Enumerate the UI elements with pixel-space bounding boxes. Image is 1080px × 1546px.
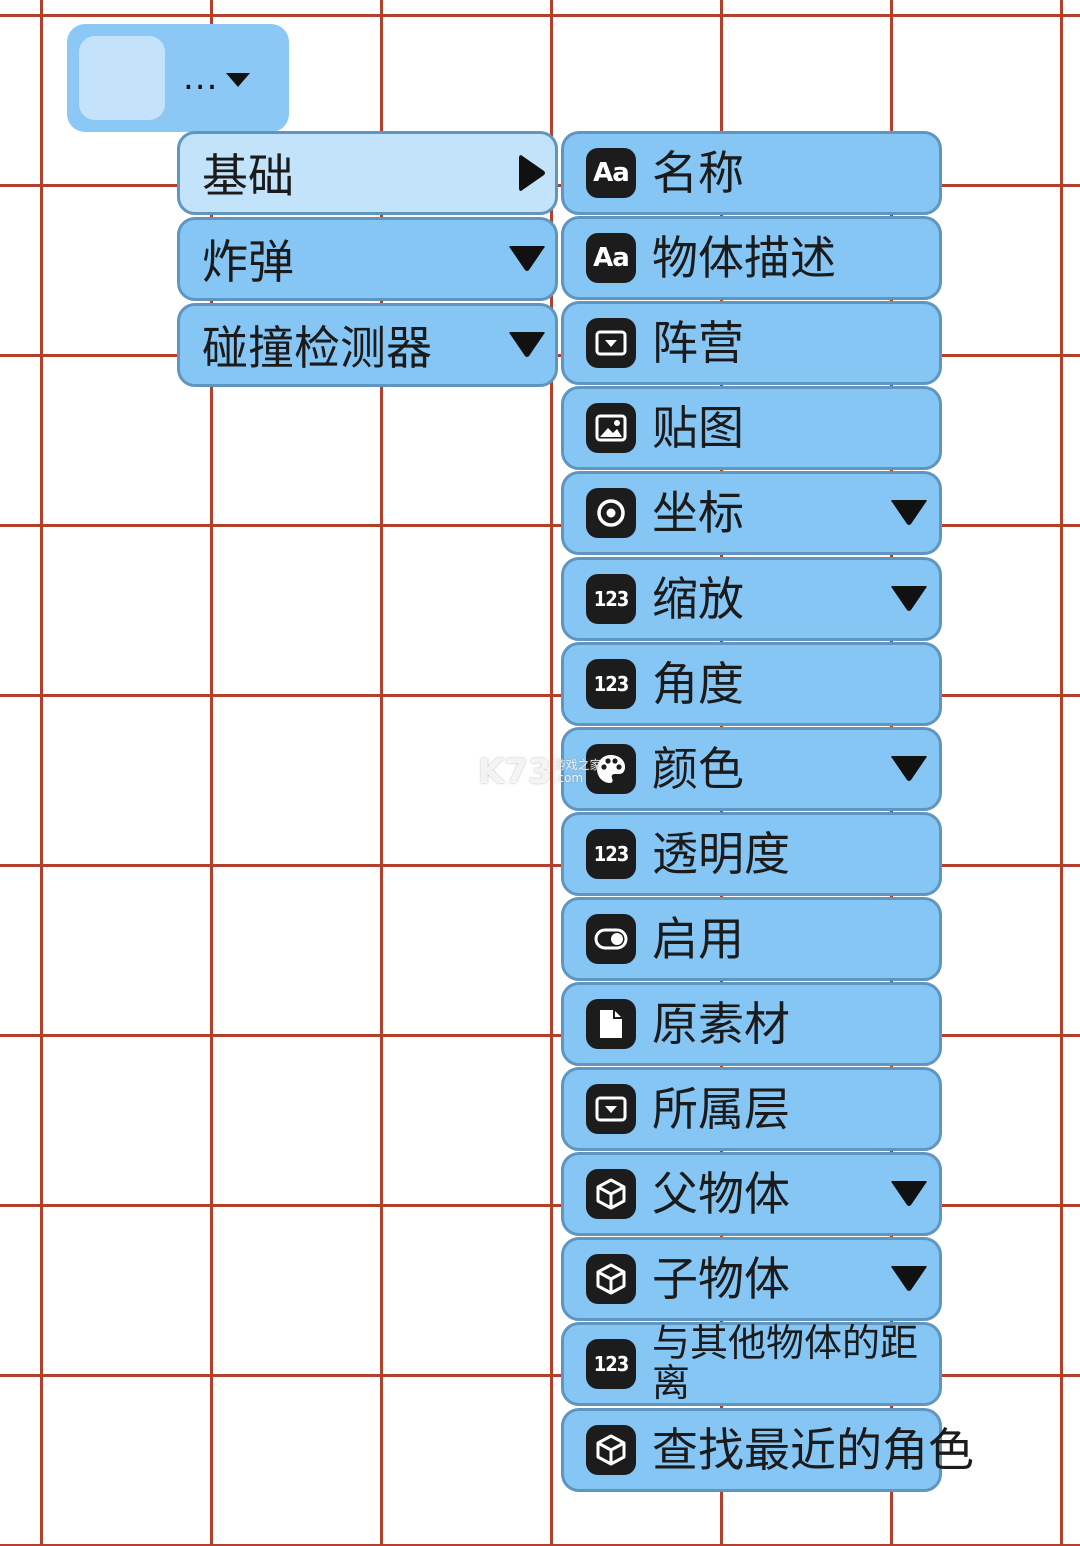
chevron-down-icon bbox=[509, 246, 545, 271]
property-label: 父物体 bbox=[652, 1166, 790, 1221]
icon-glyph: 123 bbox=[593, 587, 630, 611]
number-icon: 123 bbox=[586, 659, 636, 709]
chevron-down-icon bbox=[891, 1181, 927, 1206]
property-label: 子物体 bbox=[652, 1251, 790, 1306]
image-icon bbox=[586, 403, 636, 453]
property-label: 查找最近的角色 bbox=[652, 1422, 974, 1477]
property-item[interactable]: Aa 名称 bbox=[561, 131, 942, 215]
property-label: 坐标 bbox=[652, 485, 744, 540]
chevron-down-icon bbox=[891, 586, 927, 611]
property-label: 原素材 bbox=[652, 996, 790, 1051]
property-label: 透明度 bbox=[652, 826, 790, 881]
number-icon: 123 bbox=[586, 1339, 636, 1389]
chevron-down-icon bbox=[891, 500, 927, 525]
property-item[interactable]: 所属层 bbox=[561, 1067, 942, 1151]
property-item[interactable]: 坐标 bbox=[561, 471, 942, 555]
icon-glyph: Aa bbox=[593, 243, 630, 273]
number-icon: 123 bbox=[586, 829, 636, 879]
category-label: 基础 bbox=[202, 149, 294, 203]
dropdown-box-icon bbox=[586, 318, 636, 368]
text-icon: Aa bbox=[586, 148, 636, 198]
property-label: 所属层 bbox=[652, 1081, 790, 1136]
cube-icon bbox=[586, 1425, 636, 1475]
property-item[interactable]: 父物体 bbox=[561, 1152, 942, 1236]
property-item[interactable]: 原素材 bbox=[561, 982, 942, 1066]
property-item[interactable]: 123 与其他物体的距离 bbox=[561, 1322, 942, 1406]
property-item[interactable]: 123 角度 bbox=[561, 642, 942, 726]
property-label: 阵营 bbox=[652, 315, 744, 370]
property-item[interactable]: 贴图 bbox=[561, 386, 942, 470]
target-icon bbox=[586, 488, 636, 538]
cube-icon bbox=[586, 1254, 636, 1304]
chevron-down-icon bbox=[509, 332, 545, 357]
watermark-logo: K73 bbox=[478, 752, 552, 792]
watermark: K73 游戏之家 .com bbox=[478, 752, 602, 792]
toggle-icon bbox=[586, 914, 636, 964]
category-item[interactable]: 基础 bbox=[177, 131, 558, 215]
cube-icon bbox=[586, 1169, 636, 1219]
icon-glyph: 123 bbox=[593, 672, 630, 696]
property-label: 贴图 bbox=[652, 400, 744, 455]
property-item[interactable]: 颜色 bbox=[561, 727, 942, 811]
property-item[interactable]: 子物体 bbox=[561, 1237, 942, 1321]
object-thumbnail bbox=[79, 36, 165, 120]
icon-glyph: Aa bbox=[593, 158, 630, 188]
property-label: 名称 bbox=[652, 145, 744, 200]
category-item[interactable]: 炸弹 bbox=[177, 217, 558, 301]
category-label: 炸弹 bbox=[202, 235, 294, 289]
property-item[interactable]: 查找最近的角色 bbox=[561, 1408, 974, 1492]
icon-glyph: 123 bbox=[593, 842, 630, 866]
chevron-down-icon bbox=[891, 756, 927, 781]
property-label: 缩放 bbox=[652, 571, 744, 626]
property-label: 颜色 bbox=[652, 741, 744, 796]
property-item[interactable]: 123 缩放 bbox=[561, 557, 942, 641]
property-item[interactable]: Aa 物体描述 bbox=[561, 216, 942, 300]
property-item[interactable]: 阵营 bbox=[561, 301, 942, 385]
property-label: 物体描述 bbox=[652, 230, 836, 285]
chevron-right-icon bbox=[519, 155, 545, 191]
category-label: 碰撞检测器 bbox=[202, 321, 432, 375]
file-icon bbox=[586, 999, 636, 1049]
property-label: 与其他物体的距离 bbox=[652, 1321, 919, 1405]
property-label: 启用 bbox=[652, 911, 744, 966]
category-item[interactable]: 碰撞检测器 bbox=[177, 303, 558, 387]
icon-glyph: 123 bbox=[593, 1352, 630, 1376]
property-item[interactable]: 启用 bbox=[561, 897, 942, 981]
object-picker-button[interactable]: ... bbox=[67, 24, 289, 132]
number-icon: 123 bbox=[586, 574, 636, 624]
chevron-down-icon bbox=[891, 1266, 927, 1291]
watermark-sub: 游戏之家 .com bbox=[553, 757, 602, 785]
caret-down-icon bbox=[226, 73, 250, 87]
property-label: 角度 bbox=[652, 656, 744, 711]
property-item[interactable]: 123 透明度 bbox=[561, 812, 942, 896]
text-icon: Aa bbox=[586, 233, 636, 283]
more-label: ... bbox=[183, 58, 219, 98]
dropdown-box-icon bbox=[586, 1084, 636, 1134]
